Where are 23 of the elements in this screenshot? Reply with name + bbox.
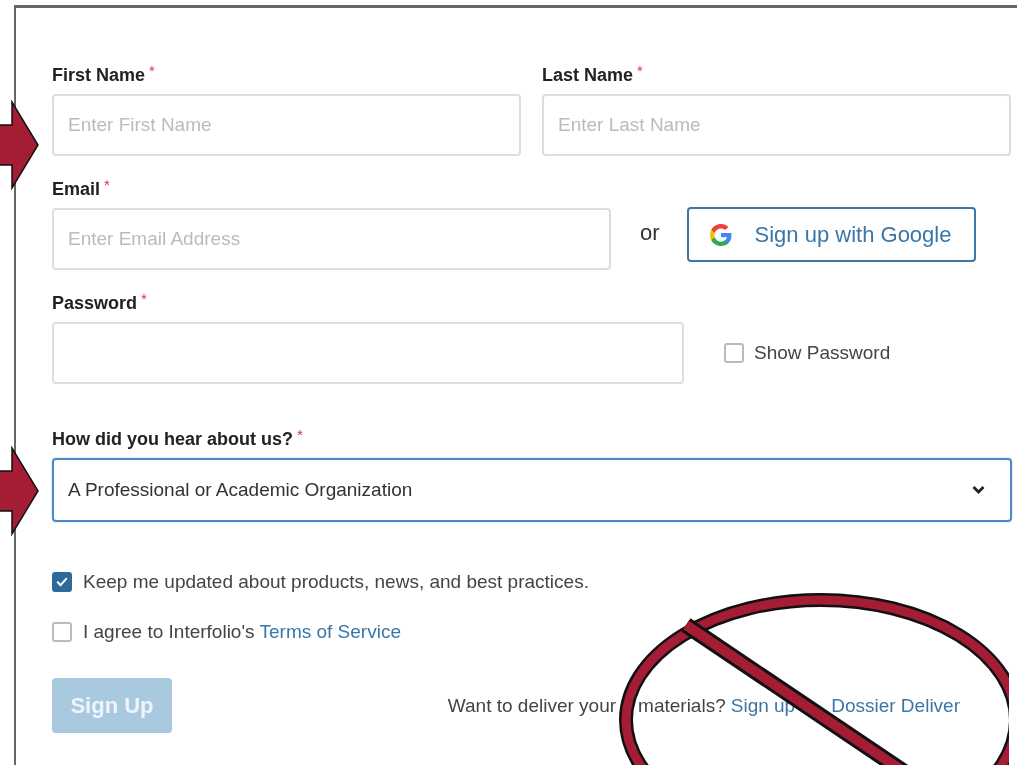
field-label: First Name xyxy=(52,64,146,86)
text-field[interactable]: Enter Last Name xyxy=(542,94,1011,156)
dropdown-field[interactable]: A Professional or Academic Organization xyxy=(52,458,1012,522)
dossier-signup-link[interactable]: Dossier Deliver xyxy=(831,694,960,717)
checkbox-label: Show Password xyxy=(754,341,891,365)
or-text: or xyxy=(640,221,660,245)
footer-text: Want to deliver your xyxy=(447,694,617,717)
google-signup-button[interactable]: Sign up with Google xyxy=(686,207,976,262)
required-mark: * xyxy=(149,64,155,78)
footer-text: materials? xyxy=(638,694,726,717)
required-mark: * xyxy=(104,178,110,192)
field-label: Email xyxy=(52,178,101,200)
required-mark: * xyxy=(141,292,147,306)
text-field[interactable]: Enter Email Address xyxy=(52,208,611,270)
field-label: Password xyxy=(52,292,138,314)
checkbox-label: I agree to Interfolio's Terms of Service xyxy=(83,620,401,644)
checkbox-label: Keep me updated about products, news, and best practices. xyxy=(83,570,589,594)
field-label: How did you hear about us? xyxy=(52,428,293,450)
terms-link[interactable]: Terms of Service xyxy=(259,621,401,642)
field-label: Last Name xyxy=(542,64,634,86)
required-mark: * xyxy=(637,64,643,78)
text-field[interactable]: Enter First Name xyxy=(52,94,521,156)
required-mark: * xyxy=(297,428,303,442)
